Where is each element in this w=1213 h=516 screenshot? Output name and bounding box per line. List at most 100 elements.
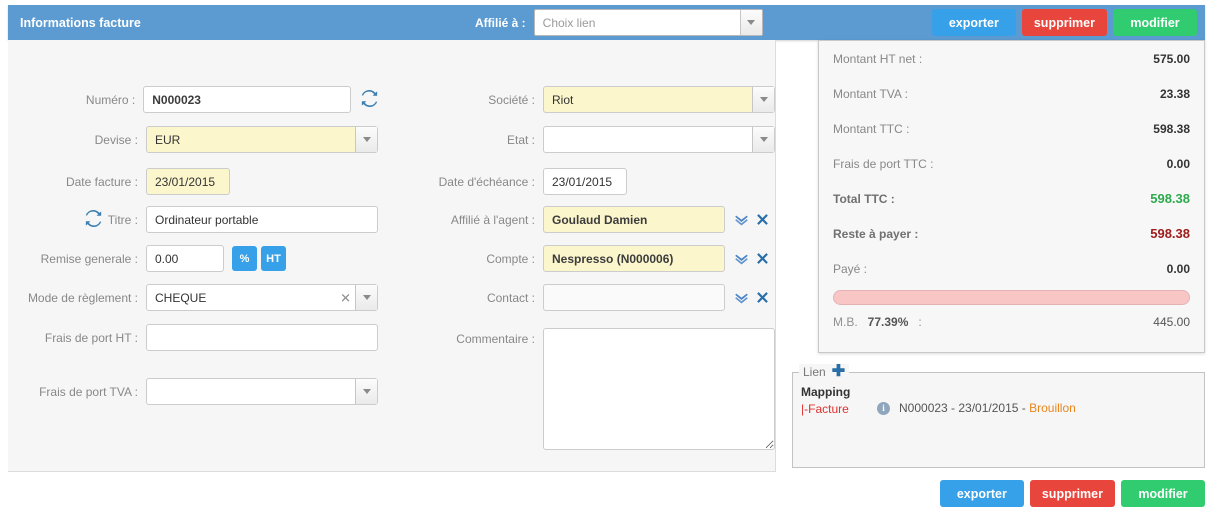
delete-button-bottom[interactable]: supprimer bbox=[1029, 480, 1115, 507]
remise-ht-button[interactable]: HT bbox=[261, 246, 286, 271]
chevron-down-icon[interactable] bbox=[752, 87, 774, 112]
chevron-down-icon[interactable] bbox=[739, 10, 762, 35]
frais-port-tva-label: Frais de port TVA : bbox=[39, 384, 138, 399]
affiliate-link-group: Affilié à : Choix lien bbox=[475, 5, 763, 40]
compte-input[interactable]: Nespresso (N000006) bbox=[543, 245, 725, 272]
affiliate-link-label: Affilié à : bbox=[475, 15, 526, 30]
remise-input[interactable]: 0.00 bbox=[146, 245, 224, 272]
mapping-entry[interactable]: i N000023 - 23/01/2015 - Brouillon bbox=[877, 401, 1076, 415]
summary-label: Frais de port TTC : bbox=[833, 156, 934, 171]
field-row-mode-reglement: Mode de règlement : CHEQUE ✕ bbox=[8, 284, 378, 311]
titre-refresh-icon[interactable] bbox=[85, 209, 102, 230]
remise-label: Remise generale : bbox=[40, 251, 138, 266]
devise-value: EUR bbox=[155, 132, 181, 147]
field-row-devise: Devise : EUR bbox=[8, 126, 378, 153]
numero-value: N000023 bbox=[152, 92, 201, 107]
mb-label: M.B. bbox=[833, 315, 858, 329]
chevron-down-icon[interactable] bbox=[355, 285, 377, 310]
summary-label: Montant TTC : bbox=[833, 121, 910, 136]
mapping-entry-status: Brouillon bbox=[1029, 401, 1076, 415]
modify-button-bottom[interactable]: modifier bbox=[1121, 480, 1205, 507]
affilie-agent-input[interactable]: Goulaud Damien bbox=[543, 206, 725, 233]
lien-legend-label: Lien bbox=[803, 365, 826, 379]
summary-row: Montant TTC : 598.38 bbox=[819, 111, 1204, 146]
info-icon[interactable]: i bbox=[877, 401, 890, 415]
mapping-title: Mapping bbox=[801, 385, 851, 399]
export-button-top[interactable]: exporter bbox=[931, 9, 1016, 36]
clear-icon[interactable]: ✕ bbox=[340, 291, 351, 304]
titre-input[interactable]: Ordinateur portable bbox=[146, 206, 378, 233]
export-button-bottom[interactable]: exporter bbox=[939, 480, 1024, 507]
field-row-date-echeance: Date d'échéance : 23/01/2015 bbox=[398, 168, 627, 195]
summary-row-marge-brute: M.B. 77.39% : 445.00 bbox=[819, 305, 1204, 329]
chevron-down-icon[interactable] bbox=[355, 379, 377, 404]
commentaire-textarea[interactable] bbox=[543, 328, 775, 450]
chevron-down-icon[interactable] bbox=[355, 127, 377, 152]
frais-port-ht-input[interactable] bbox=[146, 324, 378, 351]
compte-value: Nespresso (N000006) bbox=[552, 251, 674, 266]
mapping-subtype-label: |-Facture bbox=[801, 402, 849, 416]
summary-value: 598.38 bbox=[1153, 121, 1190, 136]
add-link-icon[interactable]: ✚ bbox=[832, 364, 845, 380]
date-echeance-input[interactable]: 23/01/2015 bbox=[543, 168, 627, 195]
double-chevron-down-icon[interactable] bbox=[735, 213, 748, 226]
clear-icon[interactable] bbox=[756, 252, 769, 265]
summary-row-paye: Payé : 0.00 bbox=[819, 251, 1204, 286]
summary-value: 0.00 bbox=[1166, 156, 1190, 171]
mode-reglement-select[interactable]: CHEQUE ✕ bbox=[146, 284, 378, 311]
summary-row: Montant HT net : 575.00 bbox=[819, 41, 1204, 76]
societe-select[interactable]: Riot bbox=[543, 86, 775, 113]
devise-label: Devise : bbox=[94, 132, 138, 147]
devise-select[interactable]: EUR bbox=[146, 126, 378, 153]
summary-label: Payé : bbox=[833, 261, 868, 276]
titre-label: Titre : bbox=[107, 212, 138, 227]
mode-reglement-value: CHEQUE bbox=[155, 290, 207, 305]
lien-panel: Lien ✚ Mapping |-Facture i N000023 - 23/… bbox=[792, 364, 1205, 468]
double-chevron-down-icon[interactable] bbox=[735, 291, 748, 304]
date-facture-value: 23/01/2015 bbox=[155, 174, 216, 189]
clear-icon[interactable] bbox=[756, 291, 769, 304]
summary-label: Total TTC : bbox=[833, 191, 895, 206]
titre-value: Ordinateur portable bbox=[155, 212, 259, 227]
summary-row-reste-a-payer: Reste à payer : 598.38 bbox=[819, 216, 1204, 251]
remise-percent-button[interactable]: % bbox=[232, 246, 257, 271]
field-row-frais-port-tva: Frais de port TVA : bbox=[8, 378, 378, 405]
summary-row: Montant TVA : 23.38 bbox=[819, 76, 1204, 111]
date-echeance-value: 23/01/2015 bbox=[552, 174, 613, 189]
modify-button-top[interactable]: modifier bbox=[1113, 9, 1197, 36]
mb-value: 445.00 bbox=[1153, 315, 1190, 329]
clear-icon[interactable] bbox=[756, 213, 769, 226]
societe-value: Riot bbox=[552, 92, 574, 107]
commentaire-label: Commentaire : bbox=[456, 332, 535, 346]
summary-value: 598.38 bbox=[1150, 226, 1190, 241]
numero-input[interactable]: N000023 bbox=[143, 86, 351, 113]
invoice-form-panel: BROUILLON Numéro : N000023 Devise : EUR … bbox=[8, 40, 776, 472]
affilie-agent-value: Goulaud Damien bbox=[552, 212, 648, 227]
frais-port-tva-select[interactable] bbox=[146, 378, 378, 405]
affiliate-link-select[interactable]: Choix lien bbox=[533, 9, 763, 36]
footer-action-buttons: exporter supprimer modifier bbox=[939, 480, 1205, 507]
field-row-date-facture: Date facture : 23/01/2015 bbox=[8, 168, 378, 195]
frais-port-ht-label: Frais de port HT : bbox=[44, 330, 138, 345]
double-chevron-down-icon[interactable] bbox=[735, 252, 748, 265]
delete-button-top[interactable]: supprimer bbox=[1021, 9, 1107, 36]
numero-label: Numéro : bbox=[85, 92, 136, 107]
field-row-etat: Etat : bbox=[398, 126, 775, 153]
date-facture-label: Date facture : bbox=[65, 174, 138, 189]
contact-input[interactable] bbox=[543, 284, 725, 311]
header-action-buttons: exporter supprimer modifier bbox=[931, 9, 1197, 36]
field-row-remise: Remise generale : 0.00 % HT bbox=[8, 245, 378, 272]
summary-value: 575.00 bbox=[1153, 51, 1190, 66]
payment-progress-wrapper bbox=[819, 286, 1204, 305]
date-echeance-label: Date d'échéance : bbox=[438, 174, 535, 189]
summary-label: Reste à payer : bbox=[833, 226, 919, 241]
mode-reglement-label: Mode de règlement : bbox=[27, 290, 138, 305]
etat-select[interactable] bbox=[543, 126, 775, 153]
date-facture-input[interactable]: 23/01/2015 bbox=[146, 168, 230, 195]
mb-colon: : bbox=[918, 315, 922, 329]
chevron-down-icon[interactable] bbox=[752, 127, 774, 152]
numero-refresh-icon[interactable] bbox=[361, 89, 378, 110]
summary-value: 0.00 bbox=[1166, 261, 1190, 276]
mb-percent: 77.39% bbox=[867, 315, 909, 329]
summary-value: 598.38 bbox=[1150, 191, 1190, 206]
